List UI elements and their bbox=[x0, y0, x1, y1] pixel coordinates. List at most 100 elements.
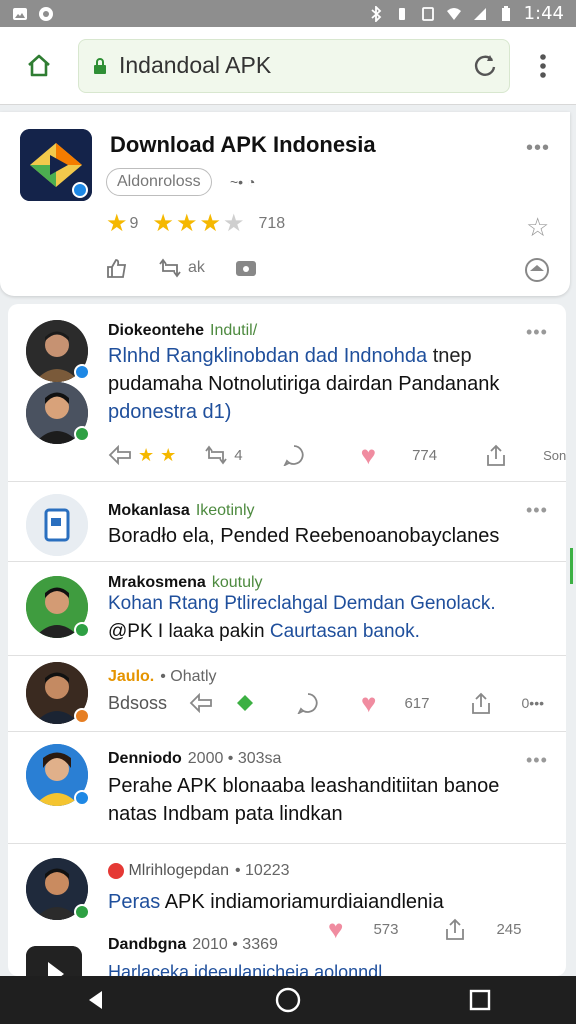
emoji-reaction-button[interactable] bbox=[524, 257, 550, 288]
system-navigation-bar bbox=[0, 976, 576, 1024]
battery-icon bbox=[498, 5, 514, 22]
arrow-left-icon bbox=[108, 445, 131, 465]
share-button[interactable] bbox=[485, 443, 507, 467]
post-author[interactable]: Denniodo 2000 • 303sa bbox=[108, 750, 281, 768]
thumbs-up-icon bbox=[107, 259, 127, 278]
post-text: Rlnhd Rangklinobdan dad Indnohda tnep bbox=[108, 342, 472, 370]
emoji-icon bbox=[525, 258, 549, 282]
share-icon bbox=[471, 692, 490, 714]
post-text-line: Perahe APK blonaaba leashanditiitan bano… bbox=[108, 775, 500, 797]
signal-icon bbox=[472, 6, 488, 22]
url-text: Indandoal APK bbox=[119, 52, 272, 78]
repost-icon bbox=[205, 445, 228, 465]
list-item[interactable]: Mokanlasa Ikeotinly ••• Boradło ela, Pend… bbox=[8, 482, 566, 562]
star-icon: ★ bbox=[175, 210, 198, 237]
scroll-indicator[interactable] bbox=[570, 548, 573, 584]
home-circle-icon bbox=[275, 987, 301, 1013]
list-item[interactable]: Denniodo 2000 • 303sa ••• Perahe APK blon… bbox=[8, 732, 566, 844]
post-author[interactable]: Mlrihlogepdan • 10223 bbox=[108, 862, 290, 880]
like-button[interactable] bbox=[189, 693, 213, 713]
green-reaction-icon bbox=[237, 695, 254, 711]
heart-count: 774 bbox=[412, 446, 438, 464]
post-more-button[interactable]: ••• bbox=[526, 322, 548, 343]
verified-badge-icon bbox=[74, 622, 90, 638]
repost-button[interactable]: 4 bbox=[204, 444, 243, 466]
heart-icon: ♥ bbox=[361, 688, 377, 718]
overflow-menu-button[interactable] bbox=[510, 27, 576, 105]
author-handle: koutuly bbox=[211, 574, 263, 591]
reload-icon[interactable] bbox=[471, 52, 499, 80]
share-button[interactable] bbox=[470, 691, 492, 715]
author-name: Dandbgna bbox=[108, 936, 187, 953]
comment-button[interactable] bbox=[297, 692, 319, 714]
author-name: Jaulo. bbox=[108, 668, 155, 685]
author-name: Mokanlasa bbox=[108, 502, 190, 519]
post-text-line: Boradło ela, Pended Reebenoanobayclanes bbox=[108, 525, 500, 547]
recents-button[interactable] bbox=[460, 980, 500, 1020]
favorite-star-icon[interactable]: ☆ bbox=[526, 212, 549, 243]
list-item[interactable]: Jaulo. • Ohatly Bdsoss ♥ 617 0••• bbox=[8, 656, 566, 732]
star-icon: ★ bbox=[160, 445, 177, 465]
vibrate-icon bbox=[394, 6, 410, 22]
list-item[interactable]: Mlrihlogepdan • 10223 Peras APK indiamori… bbox=[8, 844, 566, 942]
folder-button[interactable] bbox=[235, 258, 257, 278]
more-label[interactable]: 0••• bbox=[522, 695, 545, 711]
home-icon bbox=[28, 54, 50, 76]
home-nav-button[interactable] bbox=[268, 980, 308, 1020]
post-actions: ★★ 4 ♥ 774 Sonn bbox=[108, 442, 566, 468]
post-text-word: Peras bbox=[108, 891, 161, 913]
author-name: Diokeontehe bbox=[108, 322, 205, 339]
post-text-line: Bdsoss bbox=[108, 692, 168, 713]
repost-button[interactable]: ak bbox=[158, 257, 205, 279]
post-text-line: Rlnhd Rangklinobdan dad Indnohda bbox=[108, 345, 428, 367]
heart-button[interactable]: ♥ bbox=[361, 442, 376, 468]
app-notification-icon bbox=[38, 6, 54, 22]
heart-icon: ♥ bbox=[360, 440, 377, 470]
post-text-line: natas Indbam pata lindkan bbox=[108, 803, 343, 825]
avatar[interactable] bbox=[26, 494, 88, 556]
post-author[interactable]: Mokanlasa Ikeotinly bbox=[108, 502, 255, 520]
lock-icon bbox=[94, 57, 106, 74]
recents-square-icon bbox=[469, 989, 491, 1011]
repost-icon bbox=[159, 258, 181, 278]
like-button[interactable]: ★ ★ bbox=[108, 445, 176, 465]
reaction-button[interactable] bbox=[235, 693, 255, 713]
star-icon: ★ bbox=[152, 210, 174, 237]
home-button[interactable] bbox=[0, 27, 78, 105]
app-logo[interactable] bbox=[20, 129, 92, 201]
post-more-button[interactable]: ••• bbox=[526, 750, 548, 771]
post-text-line: pudamaha Notnolutiriga dairdan Pandanank bbox=[108, 373, 500, 395]
list-item[interactable]: Dandbgna 2010 • 3369 Harlaceka ideeulanic… bbox=[8, 934, 566, 976]
arrow-left-icon bbox=[189, 693, 212, 713]
post-more-button[interactable]: ••• bbox=[526, 500, 548, 521]
rating-value: 9 bbox=[129, 215, 139, 232]
author-handle: Indutil/ bbox=[210, 322, 258, 339]
list-item[interactable]: Diokeontehe Indutil/ ••• Rlnhd Rangklinob… bbox=[8, 304, 566, 482]
author-name: Mrakosmena bbox=[108, 574, 206, 591]
star-icon: ★ bbox=[106, 210, 128, 237]
image-icon bbox=[12, 6, 28, 22]
folder-icon bbox=[235, 261, 256, 276]
post-author[interactable]: Jaulo. • Ohatly bbox=[108, 668, 217, 686]
avatar[interactable] bbox=[26, 946, 82, 976]
list-item[interactable]: Mrakosmena koutuly Kohan Rtang Ptlireclah… bbox=[8, 562, 566, 656]
post-author[interactable]: Dandbgna 2010 • 3369 bbox=[108, 936, 278, 954]
developer-pill[interactable]: Aldonroloss bbox=[106, 168, 212, 196]
post-author[interactable]: Diokeontehe Indutil/ bbox=[108, 322, 257, 340]
wifi-icon bbox=[446, 6, 462, 22]
post-text-line: pdonestra d1) bbox=[108, 401, 232, 423]
like-button[interactable] bbox=[106, 257, 128, 279]
star-empty-icon: ★ bbox=[222, 210, 245, 237]
more-options-button[interactable]: ••• bbox=[526, 137, 550, 160]
heart-button[interactable]: ♥ bbox=[361, 690, 376, 716]
post-text-line: Kohan Rtang Ptlireclahgal Demdan Genolac… bbox=[108, 593, 496, 614]
star-icon: ★ bbox=[138, 445, 155, 465]
heart-count: 617 bbox=[404, 694, 430, 712]
address-bar[interactable]: Indandoal APK bbox=[78, 38, 510, 93]
post-text-word: APK indiamoriamurdiaiandlenia bbox=[164, 891, 444, 913]
app-header-card: Download APK Indonesia ••• Aldonroloss ~… bbox=[0, 112, 570, 296]
comment-button[interactable] bbox=[283, 444, 305, 466]
bluetooth-icon bbox=[368, 5, 384, 22]
back-button[interactable] bbox=[76, 980, 116, 1020]
verified-badge-icon bbox=[74, 904, 90, 920]
